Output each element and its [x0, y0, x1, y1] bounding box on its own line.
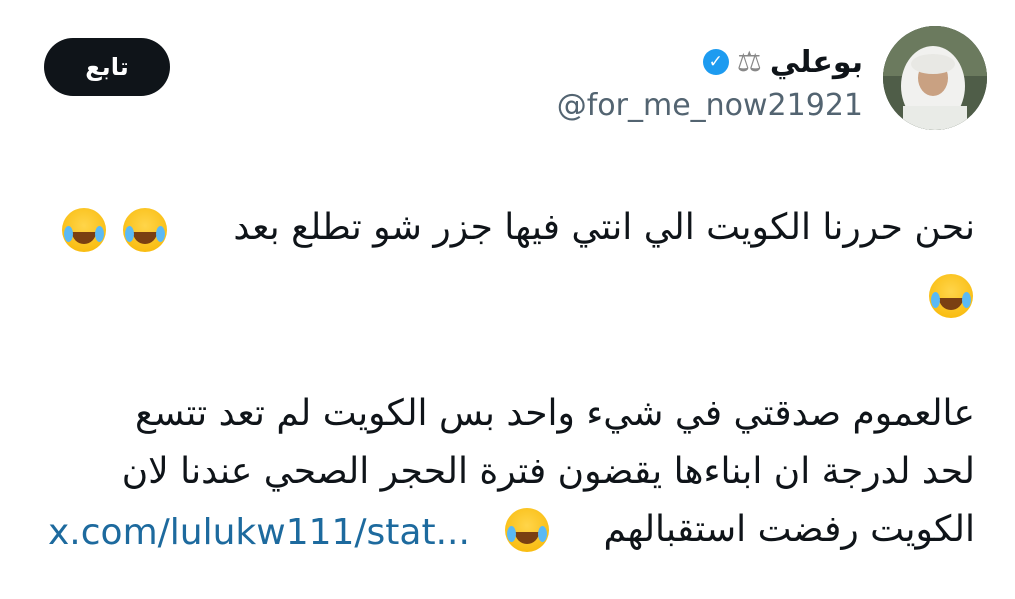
user-name-row: بوعلي ⚖ ✓ [702, 42, 863, 82]
face-with-tears-of-joy-icon [505, 508, 549, 552]
face-with-tears-of-joy-icon [62, 208, 106, 252]
tweet-line-3: لحد لدرجة ان ابناءها يقضون فترة الحجر ال… [121, 451, 975, 492]
display-name[interactable]: بوعلي [770, 45, 863, 80]
tweet-line-4: الكويت رفضت استقبالهم [603, 509, 975, 550]
follow-button[interactable]: تابع [44, 38, 170, 96]
avatar[interactable] [883, 26, 987, 130]
tweet-line-2: عالعموم صدقتي في شيء واحد بس الكويت لم ت… [135, 393, 975, 434]
tweet-line-1: نحن حررنا الكويت الي انتي فيها جزر شو تط… [233, 207, 975, 248]
scales-icon: ⚖ [736, 45, 762, 78]
verified-badge-icon: ✓ [702, 49, 729, 75]
user-handle[interactable]: @for_me_now21921 [557, 88, 863, 123]
tweet-link[interactable]: x.com/lulukw111/stat... [48, 512, 470, 553]
face-with-tears-of-joy-icon [929, 274, 973, 318]
face-with-tears-of-joy-icon [123, 208, 167, 252]
avatar-image [883, 26, 987, 130]
